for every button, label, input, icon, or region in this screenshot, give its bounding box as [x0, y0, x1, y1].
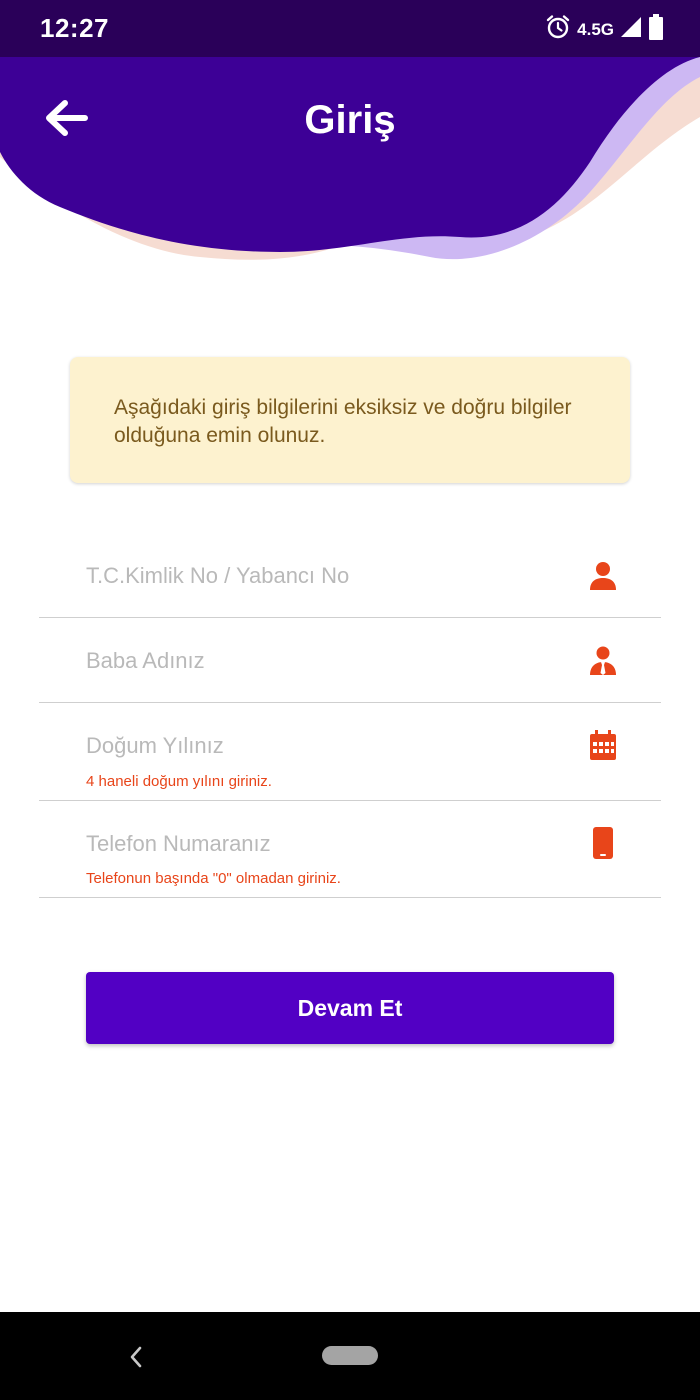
status-bar: 12:27 4.5G	[0, 0, 700, 57]
father-name-input[interactable]	[86, 646, 556, 676]
user-icon	[589, 559, 617, 591]
birth-year-input[interactable]	[86, 731, 556, 761]
phone-field: Telefonun başında "0" olmadan giriniz.	[39, 801, 661, 898]
alarm-icon	[545, 14, 571, 45]
tc-identity-input[interactable]	[86, 561, 556, 591]
man-with-tie-icon	[589, 644, 617, 676]
phone-hint: Telefonun başında "0" olmadan giriniz.	[86, 870, 341, 887]
birth-year-hint: 4 haneli doğum yılını giriniz.	[86, 773, 272, 790]
mobile-phone-icon	[589, 827, 617, 859]
network-type: 4.5G	[577, 19, 614, 39]
birth-year-field: 4 haneli doğum yılını giriniz.	[39, 703, 661, 801]
tc-identity-field	[39, 545, 661, 618]
father-name-field	[39, 618, 661, 703]
nav-home-pill-icon[interactable]	[322, 1346, 378, 1365]
continue-button[interactable]: Devam Et	[86, 972, 614, 1044]
signal-icon	[620, 16, 642, 43]
phone-input[interactable]	[86, 829, 556, 859]
status-time: 12:27	[40, 13, 109, 43]
page-title: Giriş	[304, 98, 396, 142]
calendar-icon	[589, 729, 617, 761]
battery-icon	[648, 14, 664, 45]
notice-text: Aşağıdaki giriş bilgilerini eksiksiz ve …	[114, 396, 572, 447]
status-icons: 4.5G	[545, 14, 664, 45]
info-notice: Aşağıdaki giriş bilgilerini eksiksiz ve …	[70, 357, 630, 483]
header-wave-background	[0, 57, 700, 260]
nav-back-icon[interactable]	[126, 1344, 146, 1370]
